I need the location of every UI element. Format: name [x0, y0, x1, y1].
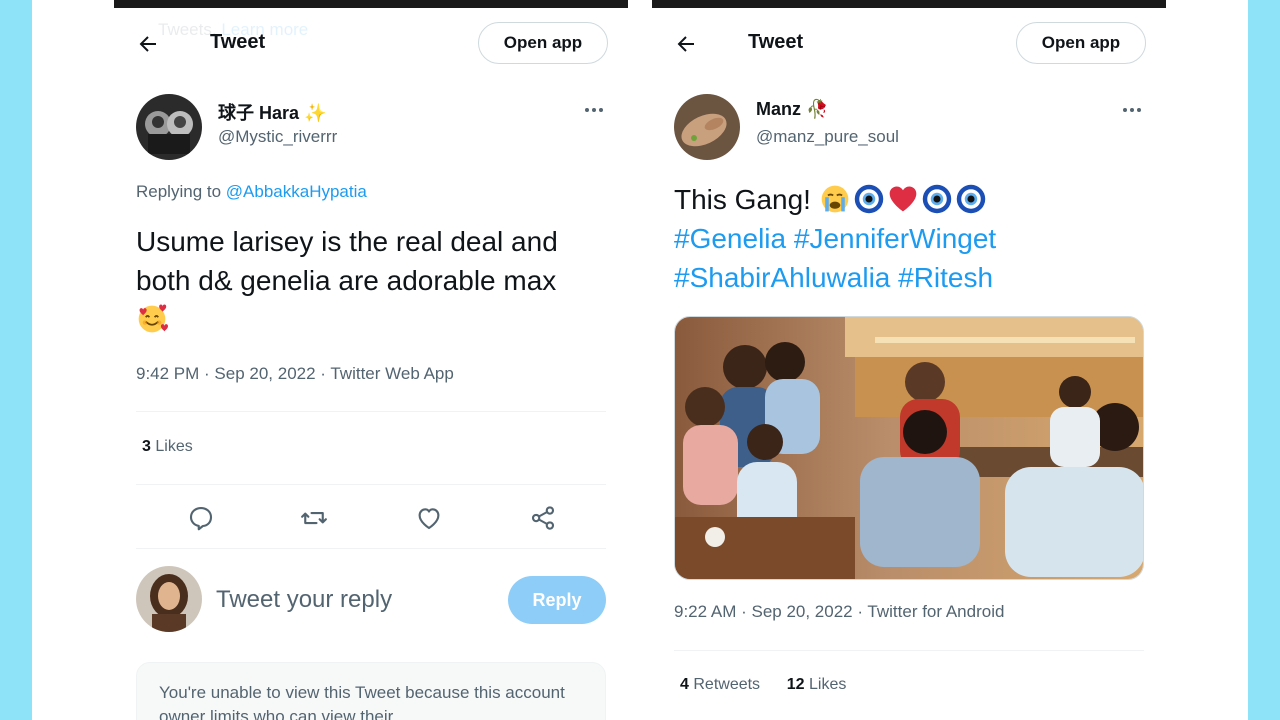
smiling-face-with-hearts-icon — [138, 304, 168, 333]
hashtag-link[interactable]: #Ritesh — [898, 262, 993, 293]
divider — [674, 650, 1144, 651]
replying-to-line: Replying to @AbbakkaHypatia — [136, 182, 367, 201]
left-background-band — [0, 0, 32, 720]
author-row: 球子 Hara ✨ @Mystic_riverrr — [136, 94, 606, 160]
author-handle[interactable]: @manz_pure_soul — [756, 127, 899, 147]
status-bar-strip — [114, 0, 628, 8]
reply-icon[interactable] — [186, 503, 216, 533]
restricted-tweet-notice: You're unable to view this Tweet because… — [136, 662, 606, 720]
like-heart-icon[interactable] — [414, 503, 444, 533]
tweet-timestamp[interactable]: 9:22 AM · Sep 20, 2022 · Twitter for And… — [674, 602, 1004, 622]
likes-count: 12 — [786, 676, 805, 693]
likes-count: 3 — [142, 438, 151, 455]
more-options-icon[interactable] — [1120, 98, 1144, 122]
nazar-amulet-icon — [922, 184, 951, 214]
author-handle[interactable]: @Mystic_riverrr — [218, 127, 337, 147]
back-arrow-icon[interactable] — [136, 32, 160, 56]
divider — [136, 484, 606, 485]
current-user-avatar — [136, 566, 202, 632]
retweets-stat[interactable]: 4 Retweets — [680, 676, 760, 693]
status-bar-strip — [652, 0, 1166, 8]
hashtag-link[interactable]: #JenniferWinget — [794, 223, 996, 254]
divider — [136, 411, 606, 412]
author-name[interactable]: 球子 Hara ✨ — [218, 99, 326, 125]
author-name[interactable]: Manz 🥀 — [756, 99, 828, 120]
hashtag-link[interactable]: #ShabirAhluwalia — [674, 262, 890, 293]
author-avatar[interactable] — [136, 94, 202, 160]
author-avatar[interactable] — [674, 94, 740, 160]
likes-stat[interactable]: 12 Likes — [787, 676, 847, 693]
more-options-icon[interactable] — [582, 98, 606, 122]
header-title: Tweet — [748, 31, 804, 53]
reply-compose-row: Reply — [136, 566, 606, 632]
tweet-header: Tweet Open app — [652, 22, 1166, 64]
retweet-icon[interactable] — [299, 503, 329, 533]
tweet-text: This Gang! #Genelia #JenniferWinget #Sha… — [674, 180, 1148, 297]
tweet-body: Usume larisey is the real deal and both … — [136, 226, 558, 296]
reply-button[interactable]: Reply — [508, 576, 606, 624]
nazar-amulet-icon — [854, 184, 883, 214]
tweet-body: This Gang! — [674, 184, 811, 215]
nazar-amulet-icon — [956, 184, 985, 214]
share-icon[interactable] — [528, 503, 558, 533]
loudly-crying-face-icon — [821, 185, 849, 213]
author-row: Manz 🥀 @manz_pure_soul — [674, 94, 1144, 160]
retweets-label: Retweets — [693, 676, 761, 693]
tweet-text: Usume larisey is the real deal and both … — [136, 222, 610, 339]
hashtag-link[interactable]: #Genelia — [674, 223, 786, 254]
back-arrow-icon[interactable] — [674, 32, 698, 56]
tweet-photo[interactable] — [674, 316, 1144, 580]
header-title: Tweet — [210, 31, 266, 53]
replying-to-handle-link[interactable]: @AbbakkaHypatia — [226, 182, 367, 201]
left-tweet-panel: Tweets. Learn more Tweet Open app 球子 Har… — [114, 0, 628, 720]
reply-input[interactable] — [216, 582, 486, 618]
likes-label: Likes — [808, 676, 847, 693]
open-app-button[interactable]: Open app — [478, 22, 608, 64]
tweet-timestamp[interactable]: 9:42 PM · Sep 20, 2022 · Twitter Web App — [136, 364, 454, 384]
right-background-band — [1248, 0, 1280, 720]
retweets-count: 4 — [680, 676, 689, 693]
right-tweet-panel: Tweet Open app Manz 🥀 @manz_pure_soul Th… — [652, 0, 1166, 720]
divider — [136, 548, 606, 549]
engagement-stats: 4 Retweets 12 Likes — [680, 676, 846, 694]
open-app-button[interactable]: Open app — [1016, 22, 1146, 64]
tweet-header: Tweet Open app — [114, 22, 628, 64]
engagement-stats[interactable]: 3 Likes — [142, 438, 193, 456]
likes-label: Likes — [155, 438, 193, 455]
red-heart-icon — [889, 186, 917, 212]
tweet-actions-bar — [136, 500, 606, 536]
